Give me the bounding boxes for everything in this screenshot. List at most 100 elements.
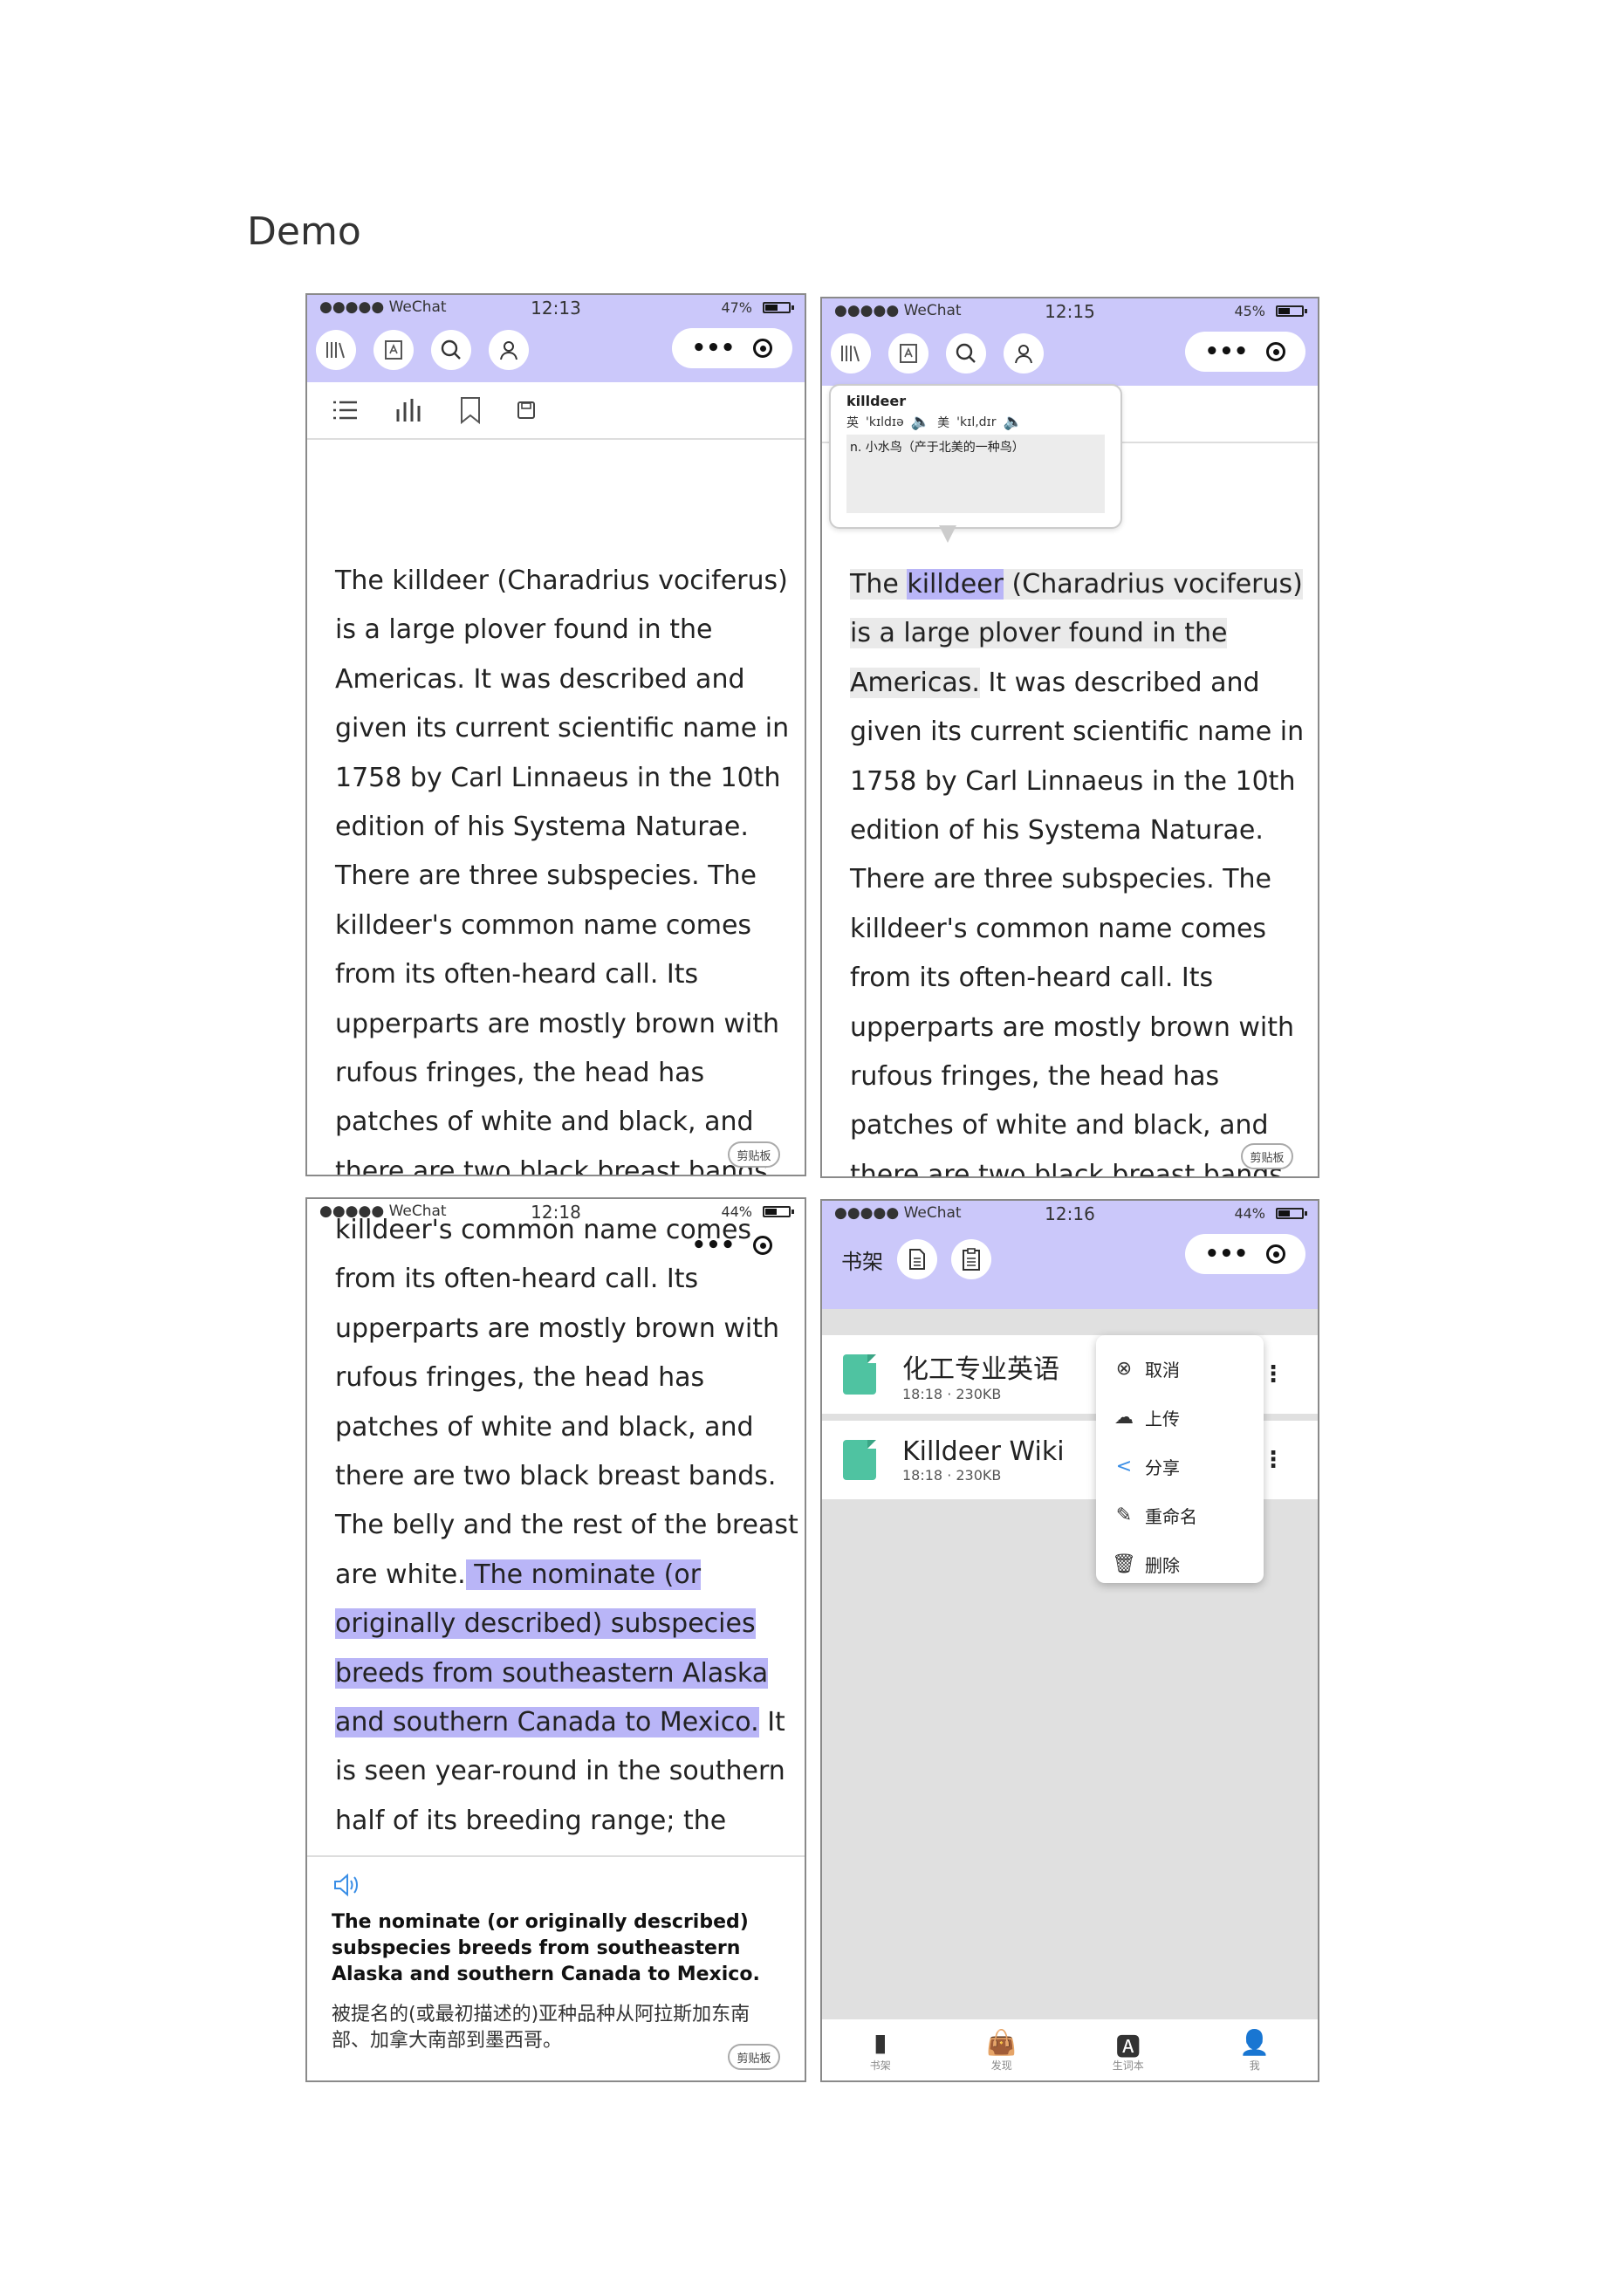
- more-icon[interactable]: •••: [692, 335, 736, 361]
- clipboard-icon[interactable]: [951, 1239, 991, 1279]
- status-bar: ●●●●● WeChat 12:16 44%: [822, 1201, 1318, 1227]
- user-icon[interactable]: [489, 330, 529, 370]
- tab-me[interactable]: 👤 我: [1239, 2028, 1270, 2073]
- text-line: is a large plover found in the: [335, 614, 713, 646]
- more-icon[interactable]: •••: [1205, 339, 1249, 365]
- text-line: from its often-heard call. Its: [335, 959, 699, 990]
- text-line: patches of white and black, and: [850, 1110, 1269, 1141]
- close-miniapp-icon[interactable]: [753, 339, 773, 358]
- dict-definition: n. 小水鸟（产于北美的一种鸟）: [846, 435, 1105, 513]
- reading-text[interactable]: The killdeer (Charadrius vociferus) is a …: [335, 557, 790, 1175]
- cancel-icon: ⊗: [1115, 1357, 1133, 1380]
- more-vert-icon[interactable]: ⋮: [1262, 1361, 1285, 1388]
- text-line: and southern Canada to Mexico. It: [335, 1707, 785, 1738]
- file-name: Killdeer Wiki: [902, 1436, 1065, 1467]
- file-meta: 18:18 · 230KB: [902, 1385, 1002, 1402]
- trash-icon: 🗑: [1112, 1552, 1136, 1575]
- book-icon: ▮: [874, 2027, 887, 2057]
- speaker-icon[interactable]: [332, 1873, 363, 1897]
- tab-bookshelf[interactable]: ▮ 书架: [870, 2028, 891, 2073]
- search-icon[interactable]: [946, 333, 986, 374]
- status-bar: ●●●●● WeChat 12:15 45%: [822, 298, 1318, 325]
- document-icon[interactable]: [897, 1239, 937, 1279]
- close-miniapp-icon[interactable]: [753, 1236, 773, 1255]
- more-icon[interactable]: •••: [1205, 1241, 1249, 1267]
- uk-phonetic: 'kɪldɪə: [866, 415, 904, 429]
- reader-toolbar: [307, 382, 805, 440]
- bookshelf-icon[interactable]: [316, 330, 356, 370]
- text-line: killdeer's common name comes: [335, 909, 752, 941]
- text-line: originally described) subspecies: [335, 1608, 756, 1640]
- text-line: rufous fringes, the head has: [850, 1061, 1220, 1093]
- speaker-icon[interactable]: 🔈: [1004, 413, 1023, 431]
- save-icon[interactable]: [517, 401, 536, 420]
- header-bar: ●●●●● WeChat 12:13 47% •••: [307, 295, 805, 382]
- user-icon[interactable]: [1004, 333, 1044, 374]
- text-line: there are two black breast bands.: [850, 1159, 1292, 1178]
- battery-percent: 44%: [721, 1203, 752, 1220]
- status-bar: ●●●●● WeChat 12:18 44%: [307, 1199, 805, 1225]
- reading-text[interactable]: The killdeer (Charadrius vociferus) is a…: [850, 560, 1305, 1178]
- status-bar: ●●●●● WeChat 12:13 47%: [307, 295, 805, 321]
- more-icon[interactable]: •••: [692, 1232, 736, 1258]
- header-title: 书架: [841, 1249, 883, 1274]
- text-line: 1758 by Carl Linnaeus in the 10th: [335, 762, 781, 793]
- nav-icons: [831, 333, 1044, 374]
- text-line: upperparts are mostly brown with: [335, 1008, 780, 1039]
- file-icon: [843, 1354, 876, 1395]
- list-icon[interactable]: [332, 398, 360, 422]
- menu-share[interactable]: < 分享: [1112, 1442, 1248, 1491]
- tab-vocabulary[interactable]: 🅰 生词本: [1113, 2028, 1144, 2073]
- stats-icon[interactable]: [394, 397, 424, 423]
- clipboard-button[interactable]: 剪贴板: [728, 2044, 780, 2070]
- dict-word: killdeer: [846, 393, 907, 409]
- vocabulary-icon: 🅰: [1115, 2032, 1141, 2061]
- text-line: given its current scientific name in: [335, 713, 790, 744]
- text-line: The killdeer (Charadrius vociferus): [850, 569, 1303, 600]
- text-line: Americas. It was described and: [335, 663, 745, 695]
- menu-delete[interactable]: 🗑 删除: [1112, 1539, 1248, 1588]
- text-line: from its often-heard call. Its: [850, 963, 1214, 994]
- search-icon[interactable]: [431, 330, 471, 370]
- clipboard-button[interactable]: 剪贴板: [1241, 1143, 1293, 1169]
- bookmark-icon[interactable]: [459, 396, 482, 424]
- dict-phonetics: 英 'kɪldɪə 🔈 美 'kɪl,dɪr 🔈: [846, 413, 1105, 431]
- vocabulary-icon[interactable]: [373, 330, 414, 370]
- text-line: rufous fringes, the head has: [335, 1058, 705, 1089]
- phone-bookshelf: ●●●●● WeChat 12:16 44% 书架 ••• 化工专业英语 18:…: [820, 1199, 1319, 2082]
- nav-icons: [316, 330, 529, 370]
- text-line: breeds from southeastern Alaska: [335, 1657, 769, 1689]
- more-vert-icon[interactable]: ⋮: [1262, 1447, 1285, 1473]
- clipboard-button[interactable]: 剪贴板: [728, 1141, 780, 1168]
- reading-text[interactable]: killdeer's common name comes from its oft…: [335, 1206, 798, 1846]
- close-miniapp-icon[interactable]: [1266, 1244, 1286, 1264]
- file-name: 化工专业英语: [902, 1354, 1059, 1385]
- text-line: given its current scientific name in: [850, 716, 1305, 748]
- text-line: edition of his Systema Naturae.: [850, 815, 1264, 846]
- speaker-icon[interactable]: 🔈: [911, 413, 930, 431]
- tab-discover[interactable]: 👜 发现: [986, 2028, 1017, 2073]
- close-miniapp-icon[interactable]: [1266, 342, 1286, 361]
- battery-percent: 47%: [721, 299, 752, 316]
- text-line: upperparts are mostly brown with: [335, 1312, 780, 1344]
- page-title: Demo: [247, 209, 361, 254]
- uk-label: 英: [846, 415, 859, 430]
- miniapp-capsule: •••: [1185, 332, 1305, 372]
- miniapp-capsule: •••: [672, 1225, 792, 1265]
- text-line: half of its breeding range; the: [335, 1805, 727, 1836]
- bookshelf-icon[interactable]: [831, 333, 871, 374]
- selected-word[interactable]: killdeer: [907, 569, 1004, 600]
- header-bar: ●●●●● WeChat 12:16 44% 书架 •••: [822, 1201, 1318, 1309]
- translation-source: The nominate (or originally described) s…: [332, 1911, 760, 1985]
- us-phonetic: 'kɪl,dɪr: [956, 415, 997, 429]
- phone-sentence-translation: ●●●●● WeChat 12:18 44% ••• killdeer's co…: [305, 1197, 806, 2082]
- menu-rename[interactable]: ✎ 重命名: [1112, 1491, 1248, 1539]
- vocabulary-icon[interactable]: [888, 333, 928, 374]
- user-icon: 👤: [1239, 2027, 1271, 2057]
- popup-pointer: [939, 525, 956, 543]
- text-line: Americas. It was described and: [850, 667, 1260, 698]
- share-icon: <: [1115, 1455, 1133, 1477]
- menu-upload[interactable]: ☁ 上传: [1112, 1393, 1248, 1442]
- menu-cancel[interactable]: ⊗ 取消: [1112, 1344, 1248, 1393]
- text-line: there are two black breast bands.: [335, 1461, 777, 1492]
